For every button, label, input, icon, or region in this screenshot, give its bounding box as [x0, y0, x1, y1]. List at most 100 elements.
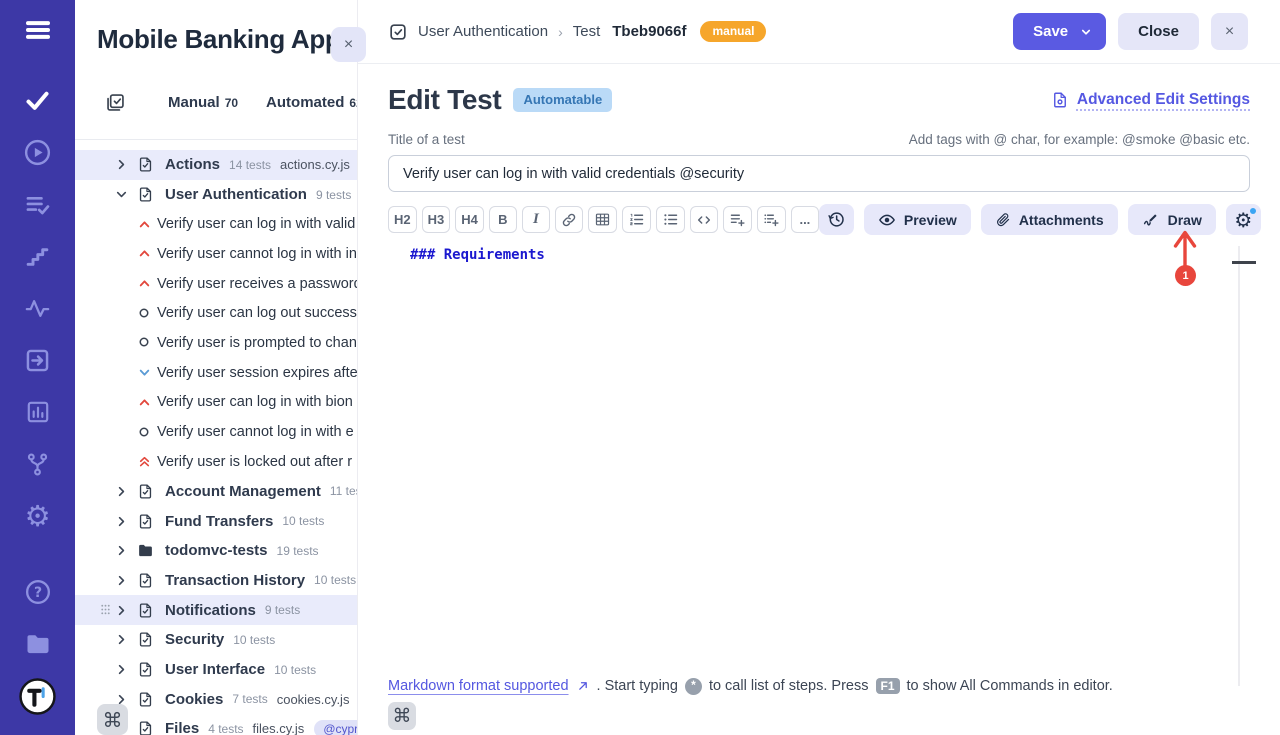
toolbar-add-steps-button[interactable] [723, 206, 752, 233]
preview-button[interactable]: Preview [864, 204, 971, 235]
tree-suite-transaction-history[interactable]: Transaction History10 tests [75, 566, 357, 596]
attachments-button[interactable]: Attachments [981, 204, 1118, 235]
chevron-down-icon[interactable] [1080, 26, 1092, 38]
suite-label: User Interface [165, 661, 265, 678]
menu-icon[interactable] [18, 10, 58, 50]
command-shortcut-button[interactable]: ⌘ [97, 704, 128, 735]
markdown-help-link[interactable]: Markdown format supported [388, 678, 590, 694]
markdown-editor[interactable]: ### Requirements [388, 235, 1250, 676]
tree-test-verify-user-can-log-in-with-bion[interactable]: Verify user can log in with bion [75, 388, 357, 418]
tree-test-verify-user-is-locked-out-after-r[interactable]: Verify user is locked out after r [75, 447, 357, 477]
tree-suite-notifications[interactable]: Notifications9 tests [75, 595, 357, 625]
select-tests-icon[interactable] [105, 92, 126, 113]
tree-test-verify-user-session-expires-afte[interactable]: Verify user session expires afte [75, 358, 357, 388]
import-icon[interactable] [18, 340, 58, 380]
save-button[interactable]: Save [1013, 13, 1106, 50]
tree-test-verify-user-cannot-log-in-with-in[interactable]: Verify user cannot log in with in [75, 239, 357, 269]
chevron-down-icon[interactable] [115, 188, 128, 201]
advanced-edit-settings-link[interactable]: Advanced Edit Settings [1051, 91, 1250, 109]
tree-suite-actions[interactable]: Actions14 testsactions.cy.js@cy [75, 150, 357, 180]
settings-icon[interactable]: ⚙ [18, 496, 58, 536]
logo-icon[interactable] [18, 676, 58, 716]
help-icon[interactable]: ? [18, 572, 58, 612]
tree-test-verify-user-receives-a-password[interactable]: Verify user receives a password [75, 269, 357, 299]
test-count: 11 tests [330, 484, 357, 498]
tree-test-verify-user-can-log-in-with-valid[interactable]: Verify user can log in with valid [75, 209, 357, 239]
branches-icon[interactable] [18, 444, 58, 484]
drag-handle-icon[interactable] [99, 603, 112, 616]
test-check-icon [388, 22, 408, 42]
scrollbar-thumb[interactable] [1232, 261, 1256, 264]
chevron-right-icon[interactable] [115, 485, 128, 498]
chevron-right-icon[interactable] [115, 663, 128, 676]
tree-suite-user-authentication[interactable]: User Authentication9 tests [75, 180, 357, 210]
chevron-right-icon[interactable] [115, 604, 128, 617]
draw-button[interactable]: Draw [1128, 204, 1216, 235]
pulse-icon[interactable] [18, 288, 58, 328]
suite-doc-icon [137, 720, 154, 735]
toolbar-more-button[interactable]: ... [791, 206, 819, 233]
toolbar-h3-button[interactable]: H3 [422, 206, 451, 233]
tree-suite-fund-transfers[interactable]: Fund Transfers10 tests [75, 506, 357, 536]
history-button[interactable] [819, 204, 854, 235]
tag-badge: @cypress [314, 720, 357, 735]
toolbar-h4-button[interactable]: H4 [455, 206, 484, 233]
toolbar-code-button[interactable] [690, 206, 718, 233]
project-title: Mobile Banking App [75, 0, 357, 66]
toolbar-add-numbered-steps-button[interactable] [757, 206, 786, 233]
settings-button[interactable]: ⚙ [1226, 204, 1261, 235]
projects-icon[interactable] [18, 624, 58, 664]
breadcrumb-suite[interactable]: User Authentication [418, 23, 548, 40]
breadcrumb-test-label: Test [573, 23, 601, 40]
history-icon [827, 210, 846, 229]
test-plans-icon[interactable] [18, 184, 58, 224]
tree-test-verify-user-cannot-log-in-with-e[interactable]: Verify user cannot log in with e [75, 417, 357, 447]
tree-suite-security[interactable]: Security10 tests [75, 625, 357, 655]
suite-label: Security [165, 631, 224, 648]
project-sidebar: Mobile Banking App Manual 70 Automated 6… [75, 0, 358, 735]
file-name: actions.cy.js [280, 157, 350, 172]
test-title-input[interactable] [388, 155, 1250, 192]
editor-scrollbar[interactable] [1238, 246, 1240, 686]
command-shortcut-button[interactable]: ⌘ [388, 702, 416, 730]
toolbar-bullet-list-button[interactable] [656, 206, 685, 233]
suite-label: User Authentication [165, 186, 307, 203]
tab-manual-label: Manual [168, 94, 220, 111]
editor-content[interactable]: ### Requirements [388, 235, 1250, 263]
draw-label: Draw [1168, 212, 1202, 228]
tree-suite-account-management[interactable]: Account Management 11 tests [75, 477, 357, 507]
toolbar-h2-button[interactable]: H2 [388, 206, 417, 233]
chevron-right-icon[interactable] [115, 574, 128, 587]
priority-normal-icon [138, 307, 151, 320]
tree-suite-user-interface[interactable]: User Interface10 tests [75, 655, 357, 685]
toolbar-ordered-list-button[interactable] [622, 206, 651, 233]
sidebar-close-button[interactable]: × [331, 27, 366, 62]
suite-label: Account Management [165, 483, 321, 500]
chevron-right-icon[interactable] [115, 158, 128, 171]
close-button[interactable]: Close [1118, 13, 1199, 50]
toolbar-table-button[interactable] [588, 206, 617, 233]
toolbar-bold-button[interactable]: B [489, 206, 517, 233]
priority-normal-icon [138, 336, 151, 349]
tab-manual[interactable]: Manual 70 [168, 94, 238, 111]
attachments-label: Attachments [1019, 212, 1104, 228]
suite-doc-icon [137, 483, 154, 500]
chevron-right-icon[interactable] [115, 544, 128, 557]
suite-label: Files [165, 720, 199, 735]
tree-test-verify-user-is-prompted-to-chan[interactable]: Verify user is prompted to chan [75, 328, 357, 358]
tab-automated[interactable]: Automated 62 [266, 94, 358, 111]
chevron-right-icon[interactable] [115, 633, 128, 646]
toolbar-italic-button[interactable]: I [522, 206, 550, 233]
tree-test-verify-user-can-log-out-success[interactable]: Verify user can log out success [75, 298, 357, 328]
pipelines-icon[interactable] [18, 236, 58, 276]
tests-check-icon[interactable] [18, 80, 58, 120]
runs-play-icon[interactable] [18, 132, 58, 172]
analytics-icon[interactable] [18, 392, 58, 432]
page-head: Edit Test Automatable Advanced Edit Sett… [388, 80, 1250, 120]
toolbar-link-button[interactable] [555, 206, 583, 233]
dismiss-button[interactable]: × [1211, 13, 1248, 50]
test-title: Verify user can log out success [157, 305, 357, 321]
tree-suite-todomvc-tests[interactable]: todomvc-tests19 tests [75, 536, 357, 566]
chevron-right-icon[interactable] [115, 515, 128, 528]
table-icon [594, 211, 611, 228]
